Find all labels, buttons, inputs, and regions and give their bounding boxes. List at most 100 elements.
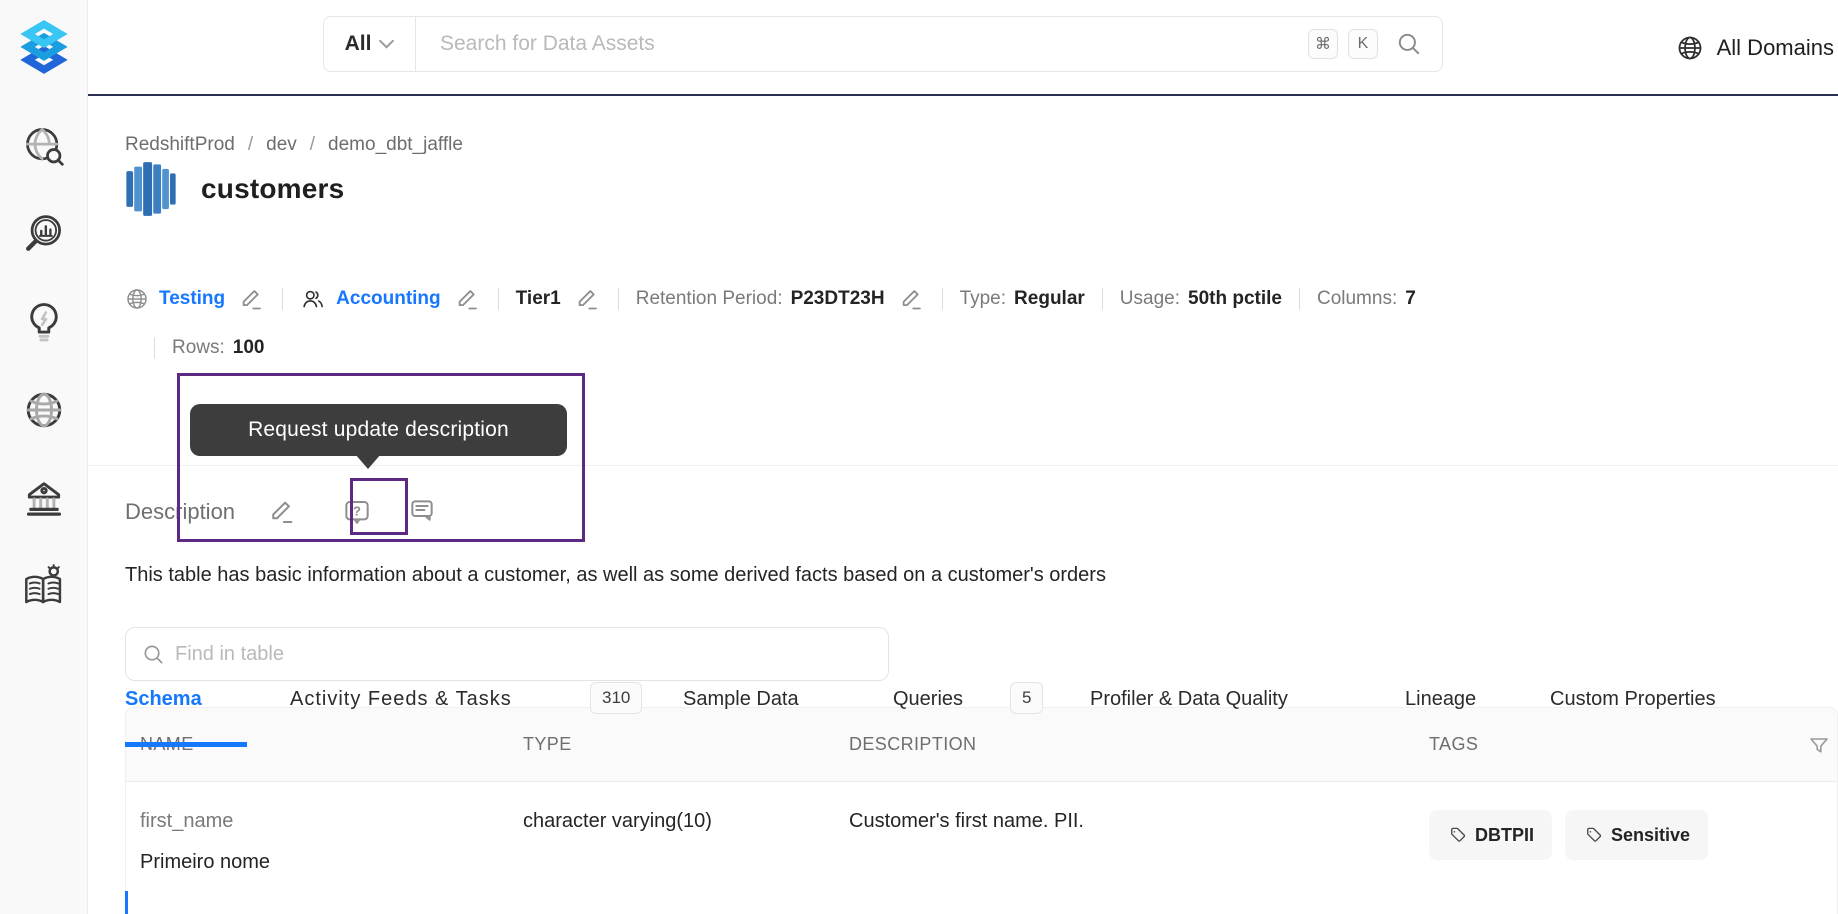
- owner-link[interactable]: Accounting: [336, 288, 441, 310]
- column-type: character varying(10): [523, 810, 712, 832]
- divider: [617, 288, 619, 310]
- cell-name: first_name Primeiro nome: [126, 810, 523, 914]
- sidebar-item-insights[interactable]: [22, 300, 66, 344]
- search-icon[interactable]: [1396, 31, 1422, 57]
- col-header-type: TYPE: [523, 734, 572, 754]
- description-header: Description ?: [125, 492, 437, 532]
- page-title: customers: [201, 173, 345, 204]
- tag-label: DBTPII: [1475, 824, 1535, 845]
- cmd-keycap: ⌘: [1308, 29, 1338, 59]
- request-question-bubble-icon: ?: [345, 501, 369, 524]
- entity-meta-row-2: Rows: 100: [154, 334, 265, 362]
- tab-activity-feeds[interactable]: Activity Feeds & Tasks: [290, 688, 512, 711]
- tooltip-text: Request update description: [248, 418, 509, 441]
- main-content: RedshiftProd / dev / demo_dbt_jaffle cus…: [88, 96, 1838, 914]
- sidebar-item-knowledge[interactable]: [21, 564, 67, 610]
- top-bar: All ⌘ K All Domains: [88, 0, 1838, 96]
- tab-queries[interactable]: Queries: [893, 688, 963, 711]
- domain-globe-icon: [127, 289, 147, 309]
- global-search-bar: All ⌘ K: [323, 16, 1443, 72]
- tag-icon: [1451, 827, 1466, 842]
- edit-domain-button[interactable]: [238, 286, 265, 313]
- rows-label: Rows:: [172, 337, 225, 358]
- description-heading: Description: [125, 499, 236, 524]
- column-display-name: Primeiro nome: [140, 851, 271, 873]
- tab-schema[interactable]: Schema: [125, 688, 202, 711]
- observability-search-chart-icon: [25, 215, 61, 251]
- chevron-down-icon: [379, 39, 395, 49]
- divider: [1101, 288, 1103, 310]
- search-scope-dropdown[interactable]: All: [324, 17, 416, 71]
- entity-header: customers: [125, 158, 344, 220]
- tags-filter-button[interactable]: [1807, 734, 1831, 763]
- rows-value: 100: [232, 337, 265, 358]
- domains-globe-icon: [26, 392, 61, 428]
- table-header-row: NAME TYPE DESCRIPTION TAGS: [126, 708, 1837, 782]
- sidebar-item-domains[interactable]: [22, 388, 66, 432]
- sidebar-item-explore[interactable]: [22, 124, 66, 168]
- sidebar-item-observability[interactable]: [22, 212, 66, 256]
- insights-lightbulb-icon: [29, 303, 58, 342]
- svg-text:?: ?: [353, 503, 361, 518]
- columns-label: Columns:: [1316, 288, 1398, 309]
- tag-chip[interactable]: DBTPII: [1429, 810, 1553, 860]
- sidebar-item-govern[interactable]: [22, 476, 66, 520]
- search-icon: [144, 644, 163, 664]
- breadcrumb-service[interactable]: RedshiftProd: [125, 134, 235, 156]
- tags-list: DBTPII Sensitive: [1429, 810, 1837, 860]
- breadcrumb-separator: /: [247, 134, 254, 155]
- domain-link[interactable]: Testing: [159, 288, 225, 310]
- type-label: Type:: [959, 288, 1007, 309]
- globe-icon: [1678, 36, 1701, 60]
- all-domains-selector[interactable]: All Domains: [1676, 0, 1836, 96]
- usage-value: 50th pctile: [1188, 288, 1282, 309]
- divider: [282, 288, 284, 310]
- edit-tier-button[interactable]: [574, 286, 601, 313]
- tag-label: Sensitive: [1611, 824, 1691, 845]
- active-tab-underline: [125, 742, 247, 747]
- divider: [497, 288, 499, 310]
- retention-value: P23DT23H: [790, 288, 885, 309]
- edit-retention-button[interactable]: [898, 286, 925, 313]
- app-logo[interactable]: [18, 0, 70, 96]
- column-name[interactable]: first_name: [140, 810, 523, 833]
- search-scope-label: All: [344, 32, 372, 55]
- edit-pencil-icon: [578, 289, 597, 309]
- edit-pencil-icon: [242, 289, 261, 309]
- comments-button[interactable]: [405, 496, 437, 528]
- tooltip-arrow: [355, 454, 381, 469]
- edit-pencil-icon: [272, 501, 293, 523]
- redshift-table-icon: [126, 162, 176, 216]
- description-text: This table has basic information about a…: [125, 564, 1106, 586]
- columns-value: 7: [1405, 288, 1416, 309]
- row-selection-indicator: [125, 891, 128, 914]
- tab-activity-feeds-badge[interactable]: 310: [590, 682, 643, 714]
- type-value: Regular: [1014, 288, 1085, 309]
- tooltip: Request update description: [190, 404, 567, 456]
- tab-lineage[interactable]: Lineage: [1405, 688, 1476, 711]
- schema-columns-table: NAME TYPE DESCRIPTION TAGS first_name Pr…: [125, 707, 1838, 914]
- k-keycap: K: [1348, 29, 1378, 59]
- search-input[interactable]: [416, 32, 1308, 56]
- table-row[interactable]: first_name Primeiro nome character varyi…: [126, 782, 1837, 914]
- tag-icon: [1587, 827, 1602, 842]
- left-sidebar: [0, 0, 88, 914]
- tab-custom-properties[interactable]: Custom Properties: [1550, 688, 1716, 711]
- tab-profiler[interactable]: Profiler & Data Quality: [1090, 688, 1288, 711]
- conversation-icon: [411, 500, 433, 521]
- edit-description-button[interactable]: [267, 497, 297, 527]
- edit-owner-button[interactable]: [454, 286, 481, 313]
- all-domains-label: All Domains: [1716, 35, 1834, 60]
- find-in-table-input[interactable]: [175, 642, 872, 666]
- breadcrumb-schema[interactable]: demo_dbt_jaffle: [328, 134, 463, 156]
- cell-tags: DBTPII Sensitive: [1429, 810, 1837, 914]
- find-in-table-box: [125, 627, 889, 681]
- col-header-description: DESCRIPTION: [849, 734, 977, 754]
- tag-chip[interactable]: Sensitive: [1565, 810, 1709, 860]
- tab-queries-badge[interactable]: 5: [1010, 682, 1044, 714]
- tab-sample-data[interactable]: Sample Data: [683, 688, 799, 711]
- edit-pencil-icon: [902, 289, 921, 309]
- govern-bank-icon: [26, 482, 61, 516]
- breadcrumb-database[interactable]: dev: [266, 134, 297, 156]
- request-description-button[interactable]: ?: [341, 496, 373, 528]
